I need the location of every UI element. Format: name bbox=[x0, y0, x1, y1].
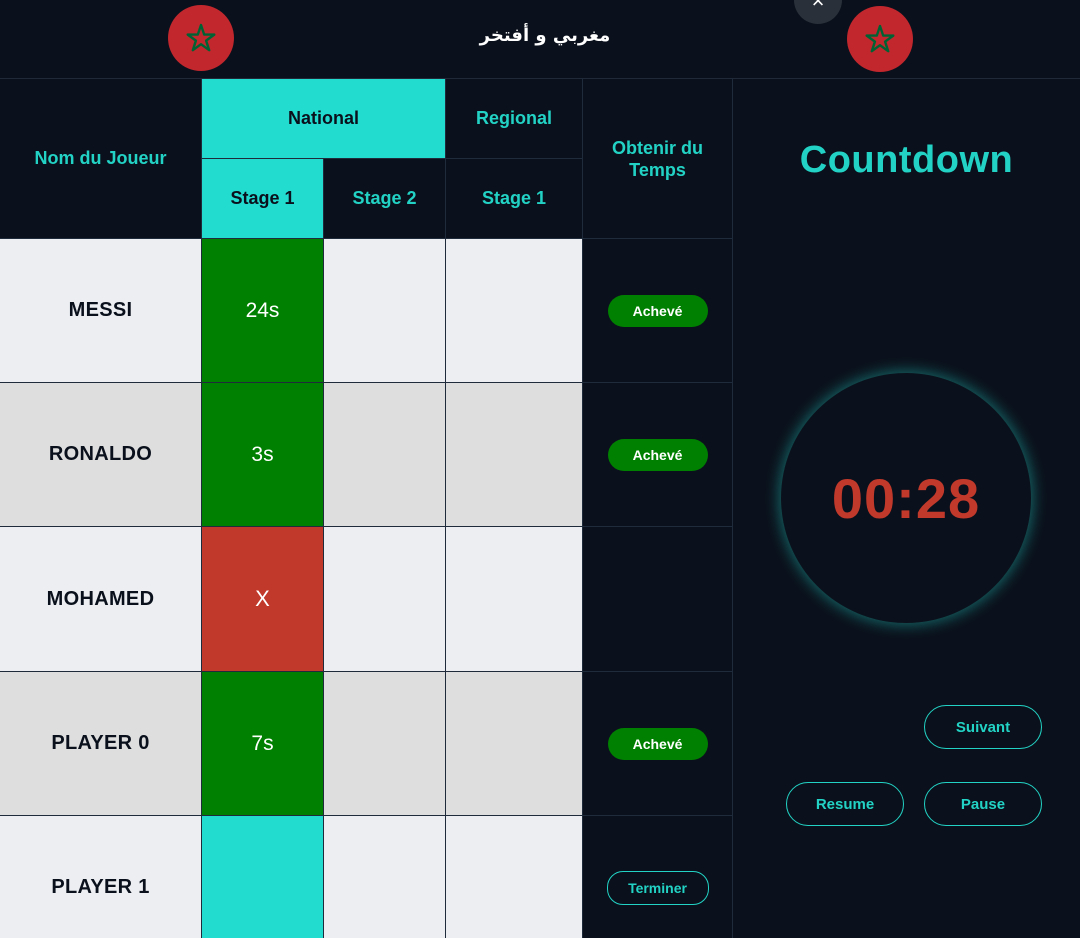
header-regional: Regional bbox=[446, 79, 583, 159]
stage-empty-cell bbox=[446, 527, 583, 672]
morocco-flag-icon bbox=[847, 6, 913, 72]
score-table: Nom du Joueur National Regional Obtenir … bbox=[0, 79, 733, 938]
header-player-name: Nom du Joueur bbox=[0, 79, 202, 239]
pause-button[interactable]: Pause bbox=[924, 782, 1042, 826]
stage-empty-cell bbox=[446, 239, 583, 383]
stage-active-cell bbox=[202, 816, 324, 938]
timer-display: 00:28 bbox=[831, 466, 981, 530]
stage-empty-cell bbox=[446, 816, 583, 938]
stage-fail-cell: X bbox=[202, 527, 324, 672]
header-national-stage-2: Stage 2 bbox=[324, 159, 446, 239]
stage-time-cell: 24s bbox=[202, 239, 324, 383]
app-page: مغربي و أفتخر × Nom du Joueur National R… bbox=[0, 0, 1080, 938]
header-national: National bbox=[202, 79, 446, 159]
action-cell: Achevé bbox=[583, 383, 733, 527]
header-national-stage-1: Stage 1 bbox=[202, 159, 324, 239]
stage-empty-cell bbox=[324, 239, 446, 383]
header-get-time: Obtenir du Temps bbox=[583, 79, 733, 239]
countdown-panel: Countdown 00:28 Suivant Resume Pause bbox=[733, 79, 1080, 938]
finish-button[interactable]: Terminer bbox=[606, 870, 709, 905]
stage-empty-cell bbox=[446, 672, 583, 816]
header-regional-stage-1: Stage 1 bbox=[446, 159, 583, 239]
resume-button[interactable]: Resume bbox=[786, 782, 904, 826]
stage-empty-cell bbox=[324, 527, 446, 672]
player-name: MOHAMED bbox=[0, 527, 202, 672]
stage-empty-cell bbox=[324, 816, 446, 938]
player-name: MESSI bbox=[0, 239, 202, 383]
next-button[interactable]: Suivant bbox=[924, 705, 1042, 749]
header-bar: مغربي و أفتخر × bbox=[0, 0, 1080, 79]
header-title: مغربي و أفتخر bbox=[479, 25, 611, 46]
action-cell: Achevé bbox=[583, 672, 733, 816]
completed-button[interactable]: Achevé bbox=[607, 294, 708, 327]
action-cell: Achevé bbox=[583, 239, 733, 383]
countdown-title: Countdown bbox=[799, 139, 1014, 181]
stage-empty-cell bbox=[446, 383, 583, 527]
action-cell bbox=[583, 527, 733, 672]
stage-time-cell: 3s bbox=[202, 383, 324, 527]
completed-button[interactable]: Achevé bbox=[607, 727, 708, 760]
player-name: RONALDO bbox=[0, 383, 202, 527]
player-name: PLAYER 1 bbox=[0, 816, 202, 938]
stage-empty-cell bbox=[324, 672, 446, 816]
close-icon[interactable]: × bbox=[794, 0, 842, 24]
action-cell: Terminer bbox=[583, 816, 733, 938]
stage-time-cell: 7s bbox=[202, 672, 324, 816]
completed-button[interactable]: Achevé bbox=[607, 438, 708, 471]
stage-empty-cell bbox=[324, 383, 446, 527]
morocco-flag-icon bbox=[168, 5, 234, 71]
timer-circle: 00:28 bbox=[781, 373, 1031, 623]
player-name: PLAYER 0 bbox=[0, 672, 202, 816]
